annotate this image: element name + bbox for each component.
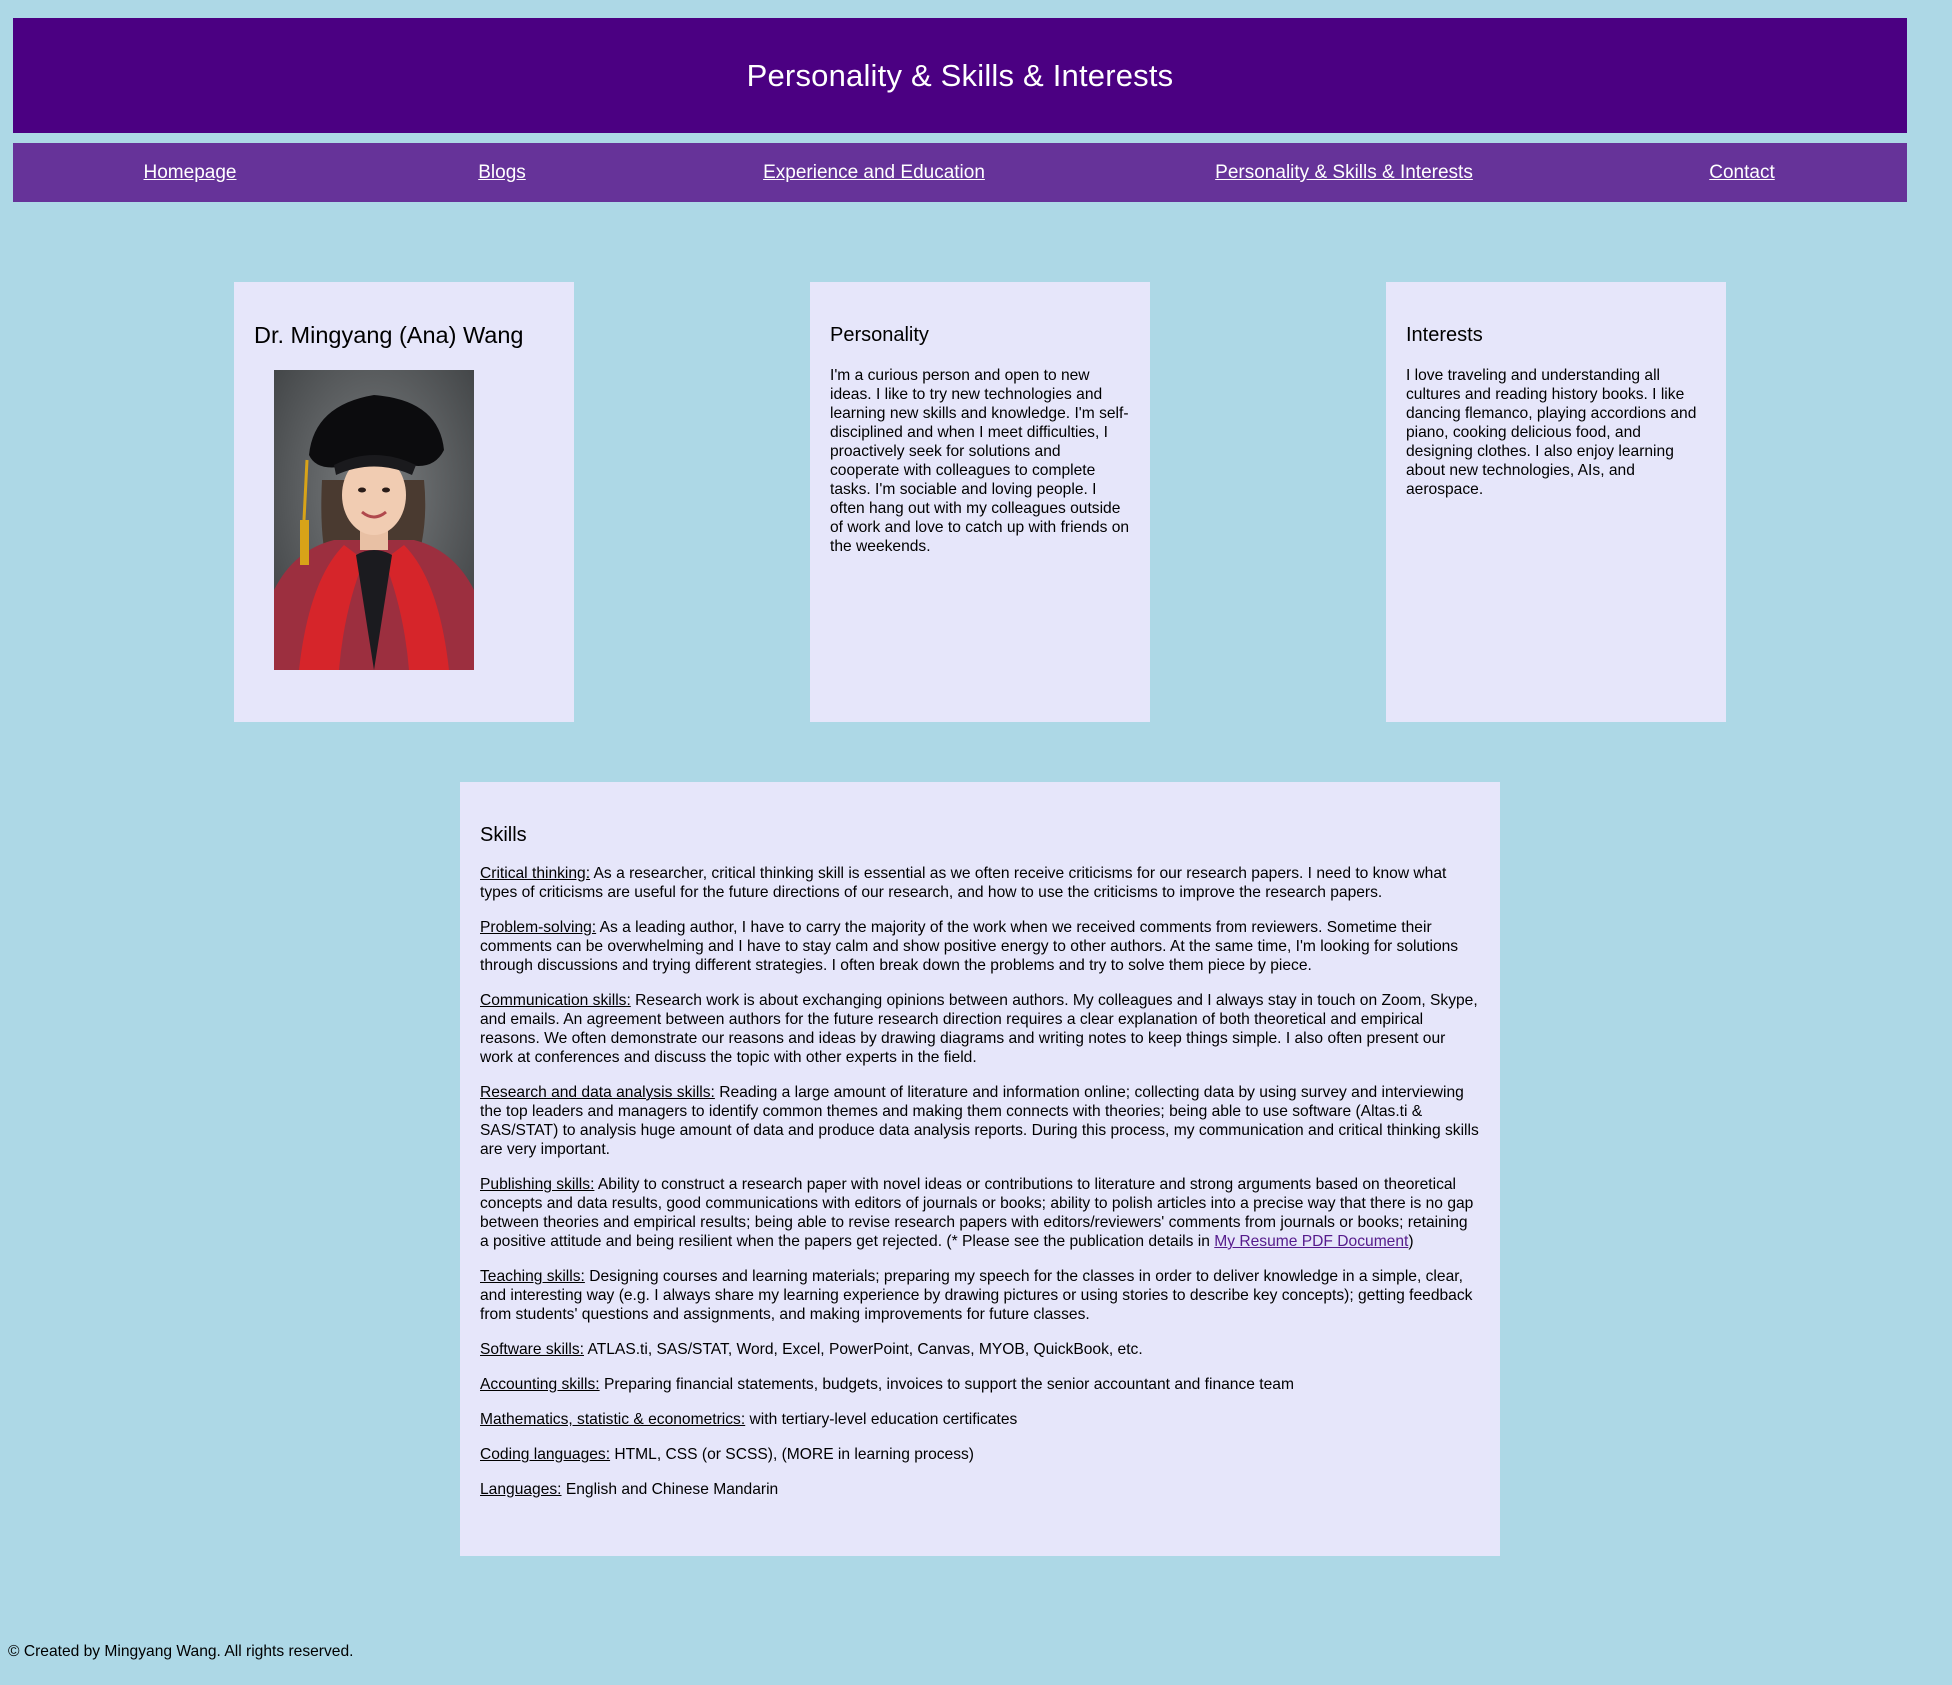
skill-item-communication: Communication skills: Research work is a… bbox=[480, 991, 1480, 1067]
skill-item-research-data-analysis: Research and data analysis skills: Readi… bbox=[480, 1083, 1480, 1159]
footer-copyright: © Created by Mingyang Wang. All rights r… bbox=[8, 1643, 354, 1660]
skill-label: Coding languages: bbox=[480, 1446, 611, 1463]
skill-text: As a leading author, I have to carry the… bbox=[480, 919, 1459, 974]
skill-item-accounting: Accounting skills: Preparing financial s… bbox=[480, 1375, 1480, 1394]
profile-card: Dr. Mingyang (Ana) Wang bbox=[234, 282, 574, 722]
main-nav: Homepage Blogs Experience and Education … bbox=[13, 143, 1907, 202]
skill-item-coding: Coding languages: HTML, CSS (or SCSS), (… bbox=[480, 1445, 1480, 1464]
skill-item-critical-thinking: Critical thinking: As a researcher, crit… bbox=[480, 864, 1480, 902]
skill-label: Languages: bbox=[480, 1481, 562, 1498]
skill-item-software: Software skills: ATLAS.ti, SAS/STAT, Wor… bbox=[480, 1340, 1480, 1359]
skill-text-closing: ) bbox=[1408, 1233, 1414, 1250]
skill-label: Teaching skills: bbox=[480, 1268, 585, 1285]
skill-text: As a researcher, critical thinking skill… bbox=[480, 865, 1447, 901]
nav-link-blogs[interactable]: Blogs bbox=[478, 143, 526, 202]
portrait-image bbox=[274, 370, 474, 670]
skill-item-problem-solving: Problem-solving: As a leading author, I … bbox=[480, 918, 1480, 975]
skill-label: Communication skills: bbox=[480, 992, 631, 1009]
skills-title: Skills bbox=[480, 824, 527, 846]
skill-label: Accounting skills: bbox=[480, 1376, 600, 1393]
page-title: Personality & Skills & Interests bbox=[746, 57, 1174, 93]
personality-card: Personality I'm a curious person and ope… bbox=[810, 282, 1150, 722]
skill-text: English and Chinese Mandarin bbox=[561, 1481, 779, 1498]
skill-label: Research and data analysis skills: bbox=[480, 1084, 715, 1101]
interests-text: I love traveling and understanding all c… bbox=[1406, 367, 1697, 498]
resume-pdf-link[interactable]: My Resume PDF Document bbox=[1214, 1233, 1408, 1250]
interests-title: Interests bbox=[1406, 324, 1483, 346]
personality-title: Personality bbox=[830, 324, 929, 346]
skill-label: Software skills: bbox=[480, 1341, 584, 1358]
profile-photo bbox=[274, 370, 474, 670]
skill-item-publishing: Publishing skills: Ability to construct … bbox=[480, 1175, 1480, 1251]
skill-item-mathematics: Mathematics, statistic & econometrics: w… bbox=[480, 1410, 1480, 1429]
skill-text: HTML, CSS (or SCSS), (MORE in learning p… bbox=[610, 1446, 975, 1463]
skill-label: Publishing skills: bbox=[480, 1176, 595, 1193]
nav-link-contact[interactable]: Contact bbox=[1709, 143, 1774, 202]
page-header: Personality & Skills & Interests bbox=[13, 18, 1907, 133]
nav-link-personality-skills-interests[interactable]: Personality & Skills & Interests bbox=[1215, 143, 1473, 202]
skill-text: with tertiary-level education certificat… bbox=[745, 1411, 1018, 1428]
interests-card: Interests I love traveling and understan… bbox=[1386, 282, 1726, 722]
skills-card: Skills Critical thinking: As a researche… bbox=[460, 782, 1500, 1556]
skill-item-teaching: Teaching skills: Designing courses and l… bbox=[480, 1267, 1480, 1324]
profile-name: Dr. Mingyang (Ana) Wang bbox=[254, 322, 524, 348]
nav-link-homepage[interactable]: Homepage bbox=[144, 143, 237, 202]
skill-label: Critical thinking: bbox=[480, 865, 591, 882]
skill-label: Mathematics, statistic & econometrics: bbox=[480, 1411, 746, 1428]
skill-item-languages: Languages: English and Chinese Mandarin bbox=[480, 1480, 1480, 1499]
skill-label: Problem-solving: bbox=[480, 919, 597, 936]
personality-text: I'm a curious person and open to new ide… bbox=[830, 367, 1130, 555]
skill-text: Preparing financial statements, budgets,… bbox=[599, 1376, 1294, 1393]
skill-text: Designing courses and learning materials… bbox=[480, 1268, 1473, 1323]
skill-text: ATLAS.ti, SAS/STAT, Word, Excel, PowerPo… bbox=[584, 1341, 1143, 1358]
nav-link-experience-education[interactable]: Experience and Education bbox=[763, 143, 985, 202]
